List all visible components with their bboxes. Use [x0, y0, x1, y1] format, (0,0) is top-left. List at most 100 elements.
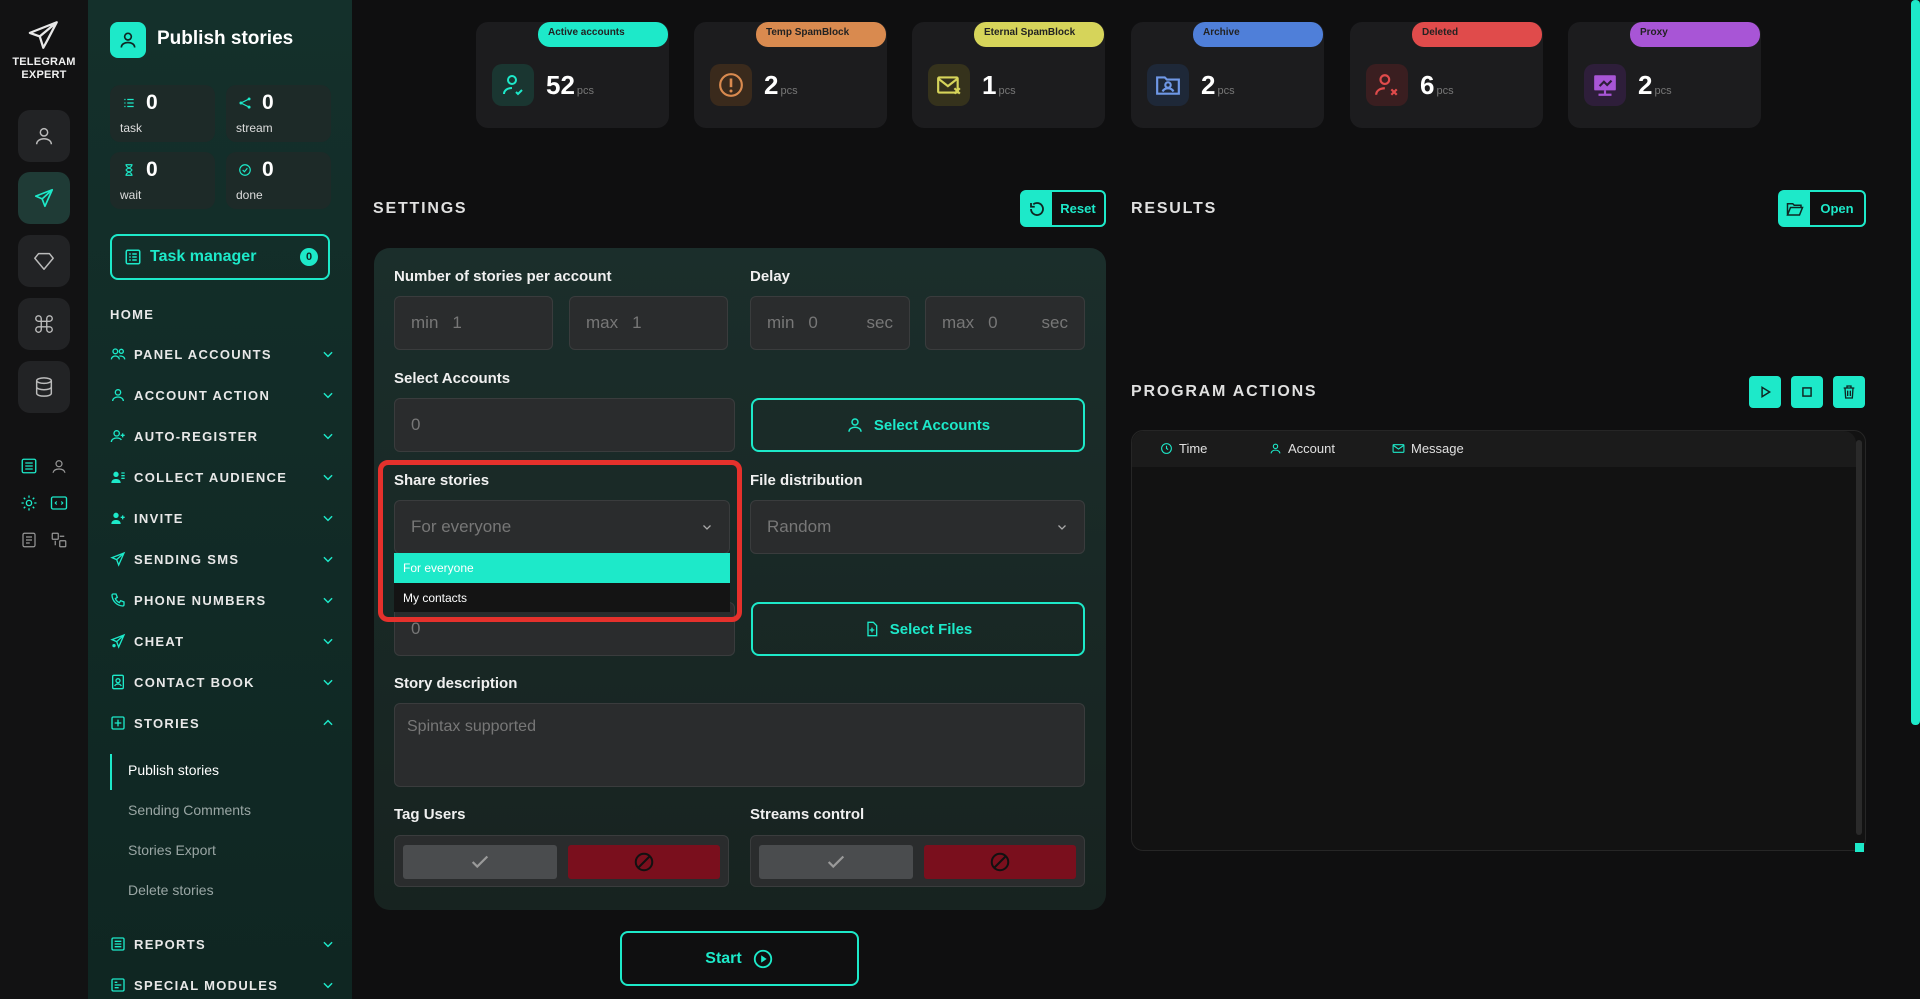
task-manager-label: Task manager	[150, 248, 257, 265]
reports-icon	[110, 936, 128, 952]
resize-handle[interactable]	[1855, 843, 1864, 852]
nav-account-action[interactable]: ACCOUNT ACTION	[110, 383, 335, 407]
nav-auto-register[interactable]: AUTO-REGISTER	[110, 424, 335, 448]
nav-stories[interactable]: STORIES	[110, 711, 335, 735]
select-accounts-button[interactable]: Select Accounts	[751, 398, 1085, 452]
story-description-input[interactable]: Spintax supported	[394, 703, 1085, 787]
code-window-icon[interactable]	[48, 492, 70, 514]
card-eternal-spamblock[interactable]: Eternal SpamBlock 1 pcs	[912, 22, 1105, 128]
task-list-icon	[122, 96, 136, 110]
command-icon	[35, 315, 53, 333]
start-button[interactable]: Start	[620, 931, 859, 986]
nav-sending-sms[interactable]: SENDING SMS	[110, 547, 335, 571]
delay-max-input[interactable]: max 0 sec	[925, 296, 1085, 350]
nav-label: ACCOUNT ACTION	[134, 387, 271, 403]
chevron-down-icon	[321, 552, 335, 566]
card-value: 6 pcs	[1420, 70, 1454, 100]
open-results-button[interactable]: Open	[1778, 190, 1866, 227]
sub-delete-stories[interactable]: Delete stories	[128, 882, 214, 898]
min-value: 0	[808, 313, 818, 332]
stat-done-value: 0	[262, 158, 274, 181]
check-icon	[471, 855, 489, 869]
nav-special-modules[interactable]: SPECIAL MODULES	[110, 973, 335, 997]
play-button[interactable]	[1749, 376, 1781, 408]
rail-accounts-button[interactable]	[18, 110, 70, 162]
nav-home[interactable]: HOME	[110, 302, 335, 326]
rail-database-button[interactable]	[18, 361, 70, 413]
clock-icon	[1161, 443, 1172, 454]
select-files-button[interactable]: Select Files	[751, 602, 1085, 656]
nav-invite[interactable]: INVITE	[110, 506, 335, 530]
sub-publish-stories[interactable]: Publish stories	[128, 762, 219, 778]
rail-premium-button[interactable]	[18, 235, 70, 287]
nav-phone-numbers[interactable]: PHONE NUMBERS	[110, 588, 335, 612]
program-actions-log[interactable]: Time Account Message	[1131, 430, 1866, 851]
mail-block-icon	[928, 64, 970, 106]
card-active-accounts[interactable]: Active accounts 52 pcs	[476, 22, 669, 128]
streams-disable-button[interactable]	[924, 845, 1076, 879]
stat-stream-label: stream	[236, 121, 273, 135]
rail-command-button[interactable]	[18, 298, 70, 350]
column-message[interactable]: Message	[1392, 441, 1464, 456]
stories-max-input[interactable]: max 1	[569, 296, 728, 350]
nav-cheat[interactable]: CHEAT	[110, 629, 335, 653]
chevron-down-icon	[321, 634, 335, 648]
reset-button[interactable]: Reset	[1020, 190, 1106, 227]
task-manager-button[interactable]: Task manager 0	[110, 234, 330, 280]
card-badge: Archive	[1193, 22, 1323, 47]
column-account[interactable]: Account	[1269, 441, 1335, 456]
user-x-icon	[1366, 64, 1408, 106]
nav-reports[interactable]: REPORTS	[110, 932, 335, 956]
tag-users-disable-button[interactable]	[568, 845, 720, 879]
nav-contact-book[interactable]: CONTACT BOOK	[110, 670, 335, 694]
list-tool-icon[interactable]	[18, 455, 40, 477]
reset-icon	[1022, 192, 1052, 225]
card-proxy[interactable]: Proxy 2 pcs	[1568, 22, 1761, 128]
warning-icon	[710, 64, 752, 106]
stop-button[interactable]	[1791, 376, 1823, 408]
card-deleted[interactable]: Deleted 6 pcs	[1350, 22, 1543, 128]
user-icon	[848, 418, 862, 432]
clear-log-button[interactable]	[1833, 376, 1865, 408]
file-distribution-select[interactable]: Random	[750, 500, 1085, 554]
document-icon[interactable]	[18, 529, 40, 551]
nav-panel-accounts[interactable]: PANEL ACCOUNTS	[110, 342, 335, 366]
tag-users-label: Tag Users	[394, 806, 466, 823]
log-scrollbar[interactable]	[1856, 440, 1862, 835]
streams-enable-button[interactable]	[759, 845, 913, 879]
nav-label: PHONE NUMBERS	[134, 592, 267, 608]
modules-icon[interactable]	[48, 529, 70, 551]
delay-label: Delay	[750, 268, 791, 285]
database-icon	[35, 377, 53, 397]
card-temp-spamblock[interactable]: Temp SpamBlock 2 pcs	[694, 22, 887, 128]
column-time[interactable]: Time	[1160, 441, 1207, 456]
nav-label: AUTO-REGISTER	[134, 428, 259, 444]
brand-line-2: EXPERT	[21, 69, 67, 81]
select-files-button-label: Select Files	[889, 620, 973, 638]
cheat-send-icon	[110, 633, 128, 649]
settings-gear-icon[interactable]	[18, 492, 40, 514]
sub-sending-comments[interactable]: Sending Comments	[128, 802, 251, 818]
story-description-label: Story description	[394, 675, 518, 692]
page-scrollbar[interactable]	[1911, 0, 1920, 725]
stat-wait: 0 wait	[110, 152, 215, 209]
sub-stories-export[interactable]: Stories Export	[128, 842, 216, 858]
nav-label: SENDING SMS	[134, 551, 240, 567]
stories-min-input[interactable]: min 1	[394, 296, 553, 350]
nav-collect-audience[interactable]: COLLECT AUDIENCE	[110, 465, 335, 489]
file-distribution-label: File distribution	[750, 472, 863, 489]
delay-min-input[interactable]: min 0 sec	[750, 296, 910, 350]
rail-telegram-button[interactable]	[18, 172, 70, 224]
max-label: max	[942, 313, 975, 332]
card-archive[interactable]: Archive 2 pcs	[1131, 22, 1324, 128]
brand-logo[interactable]: TELEGRAM EXPERT	[0, 18, 88, 82]
play-icon	[1761, 386, 1772, 398]
card-value: 2 pcs	[764, 70, 798, 100]
ban-icon	[634, 852, 654, 872]
max-value: 0	[988, 313, 998, 332]
nav-label: INVITE	[134, 510, 184, 526]
tag-users-enable-button[interactable]	[403, 845, 557, 879]
accounts-count-input[interactable]: 0	[394, 398, 735, 452]
chevron-down-icon	[321, 470, 335, 484]
user-pin-icon[interactable]	[48, 455, 70, 477]
